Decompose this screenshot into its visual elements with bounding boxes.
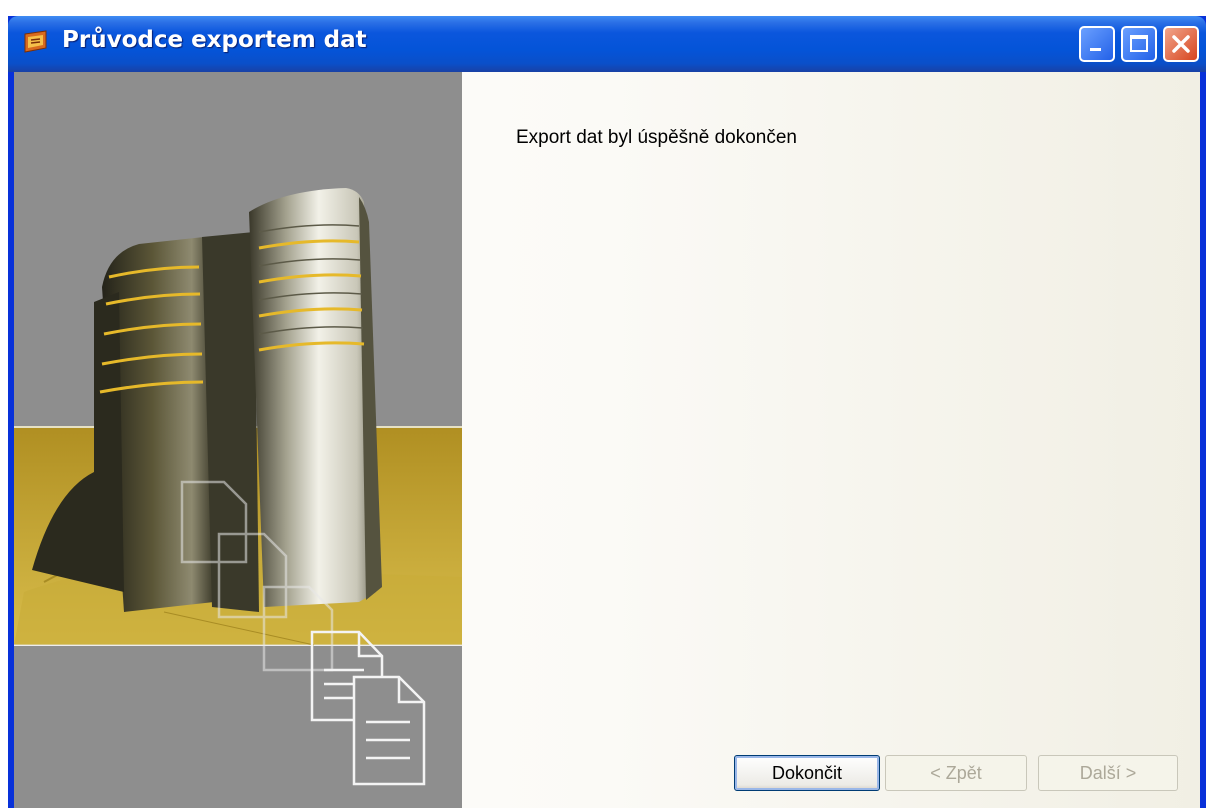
close-icon bbox=[1172, 35, 1190, 53]
back-button[interactable]: < Zpět bbox=[885, 755, 1027, 791]
wizard-window: Průvodce exportem dat Export dat byl úsp… bbox=[8, 16, 1206, 808]
completion-message: Export dat byl úspěšně dokončen bbox=[516, 127, 797, 148]
minimize-icon bbox=[1090, 48, 1101, 51]
maximize-icon bbox=[1130, 35, 1148, 52]
minimize-button[interactable] bbox=[1079, 26, 1115, 62]
next-button[interactable]: Další > bbox=[1038, 755, 1178, 791]
close-button[interactable] bbox=[1163, 26, 1199, 62]
app-wizard-icon bbox=[24, 30, 47, 53]
wizard-client-area: Export dat byl úspěšně dokončen Dokončit… bbox=[14, 72, 1200, 808]
window-title: Průvodce exportem dat bbox=[62, 27, 367, 53]
maximize-button[interactable] bbox=[1121, 26, 1157, 62]
finish-button[interactable]: Dokončit bbox=[734, 755, 880, 791]
title-bar[interactable]: Průvodce exportem dat bbox=[8, 16, 1206, 72]
wizard-illustration bbox=[14, 72, 462, 808]
